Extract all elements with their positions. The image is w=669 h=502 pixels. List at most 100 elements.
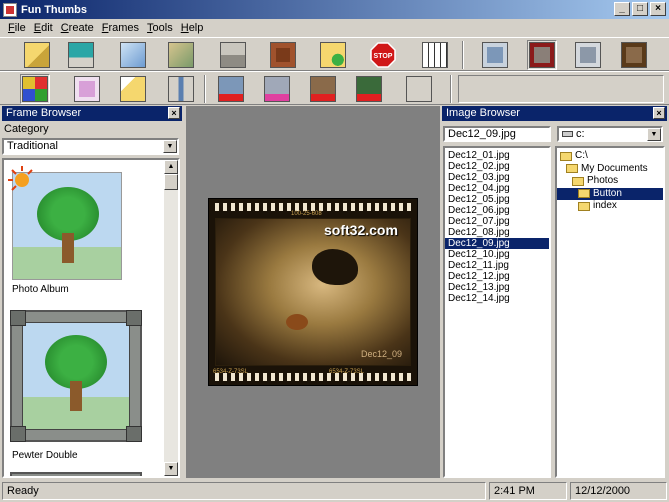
toolbar-status-box [458, 75, 664, 103]
file-list-item[interactable]: Dec12_05.jpg [445, 194, 549, 205]
frame-red-pin-button[interactable] [216, 74, 246, 104]
file-list-item[interactable]: Dec12_13.jpg [445, 282, 549, 293]
image-browser-title: Image Browser [446, 107, 520, 119]
menu-tools[interactable]: Tools [143, 22, 177, 34]
picture-export-button[interactable] [268, 40, 298, 70]
frame-pink-pin2-icon [356, 76, 382, 102]
pewter-double-thumbnail [10, 310, 142, 442]
image-browser-close-button[interactable]: × [653, 107, 665, 119]
frame-style-gray-button[interactable] [573, 40, 603, 70]
menu-bar: File Edit Create Frames Tools Help [0, 19, 669, 37]
file-list-item[interactable]: Dec12_02.jpg [445, 161, 549, 172]
folder-tree-item[interactable]: Button [557, 187, 663, 200]
copy-frame-button[interactable] [166, 40, 196, 70]
file-list-item[interactable]: Dec12_10.jpg [445, 249, 549, 260]
frame-brown-pin-button[interactable] [308, 74, 338, 104]
frame-name: Pewter Double [12, 450, 78, 461]
frame-style-blue-icon [482, 42, 508, 68]
folder-icon [578, 189, 590, 199]
scroll-down-button[interactable]: ▼ [164, 462, 178, 476]
stop-label: STOP [374, 53, 393, 60]
chevron-down-icon[interactable]: ▼ [647, 128, 661, 141]
close-button[interactable]: × [650, 2, 666, 16]
frame-pink-pin-icon [264, 76, 290, 102]
category-select[interactable]: Traditional ▼ [2, 138, 179, 155]
menu-help[interactable]: Help [177, 22, 208, 34]
new-folder-button[interactable] [118, 74, 148, 104]
menu-edit[interactable]: Edit [30, 22, 57, 34]
folder-add-icon [320, 42, 346, 68]
stop-button[interactable]: STOP [368, 40, 398, 70]
grid-view-button[interactable] [20, 74, 50, 104]
menu-create[interactable]: Create [57, 22, 98, 34]
frame-list-scrollbar[interactable]: ▲ ▼ [164, 160, 178, 476]
chevron-down-icon[interactable]: ▼ [163, 140, 177, 153]
film-code-bottom-right: 6534-Z-73SL [329, 369, 365, 375]
frame-style-brown-button[interactable] [619, 40, 649, 70]
folder-tree-item[interactable]: Photos [557, 175, 663, 188]
frame-pink-pin-button[interactable] [262, 74, 292, 104]
frame-browser-close-button[interactable]: × [168, 107, 180, 119]
file-list-item[interactable]: Dec12_03.jpg [445, 172, 549, 183]
frame-style-brown-icon [621, 42, 647, 68]
frame-item-photo-album[interactable]: Photo Album [8, 166, 128, 296]
folder-label: C:\ [575, 150, 588, 162]
folder-icon [566, 164, 578, 174]
frame-toolbar [0, 71, 669, 105]
maximize-button[interactable]: □ [632, 2, 648, 16]
file-list-item[interactable]: Dec12_08.jpg [445, 227, 549, 238]
file-list-item[interactable]: Dec12_09.jpg [445, 238, 549, 249]
crop-button[interactable] [166, 74, 196, 104]
open-button[interactable] [22, 40, 52, 70]
file-list-item[interactable]: Dec12_07.jpg [445, 216, 549, 227]
file-list[interactable]: Dec12_01.jpg Dec12_02.jpg Dec12_03.jpg Dec1… [443, 146, 551, 478]
print-button[interactable] [218, 40, 248, 70]
status-text: Ready [2, 482, 486, 500]
filename-field[interactable]: Dec12_09.jpg [443, 126, 551, 142]
folder-tree[interactable]: C:\ My Documents Photos Button index [555, 146, 665, 478]
frame-green-pin-button[interactable] [404, 74, 434, 104]
grid-thumbs-button[interactable] [420, 40, 450, 70]
folder-tree-item[interactable]: index [557, 200, 663, 213]
drive-select[interactable]: c: ▼ [557, 126, 663, 142]
file-list-item[interactable]: Dec12_12.jpg [445, 271, 549, 282]
scroll-up-button[interactable]: ▲ [164, 160, 178, 174]
folder-tree-item[interactable]: C:\ [557, 150, 663, 163]
menu-frames[interactable]: Frames [98, 22, 143, 34]
save-disk-icon [68, 42, 94, 68]
frame-name: Photo Album [12, 284, 69, 295]
date-stamp: Dec12_09 [360, 349, 402, 359]
frame-list[interactable]: Photo Album Pewter Double ▲ ▼ [2, 158, 180, 478]
folder-label: index [593, 200, 617, 212]
preview-workspace: 100-25-608 Dec12_09 6534-Z-73SL 6534-Z-7… [186, 106, 440, 478]
minimize-button[interactable]: _ [614, 2, 630, 16]
single-page-button[interactable] [72, 74, 102, 104]
frame-item-pewter-double[interactable]: Pewter Double [8, 308, 143, 468]
menu-file[interactable]: File [4, 22, 30, 34]
scroll-thumb[interactable] [164, 174, 178, 190]
file-list-item[interactable]: Dec12_14.jpg [445, 293, 549, 304]
grid-view-icon [22, 76, 48, 102]
title-bar: Fun Thumbs _ □ × [0, 0, 669, 19]
frame-style-blue-button[interactable] [480, 40, 510, 70]
folder-label: Photos [587, 175, 619, 187]
status-time: 2:41 PM [489, 482, 567, 500]
frame-style-red-button[interactable] [527, 40, 557, 70]
image-browser-header: Image Browser × [442, 106, 667, 121]
frame-browser-panel: Frame Browser × Category Traditional ▼ P… [2, 106, 182, 478]
file-list-item[interactable]: Dec12_06.jpg [445, 205, 549, 216]
file-list-item[interactable]: Dec12_11.jpg [445, 260, 549, 271]
folder-tree-item[interactable]: My Documents [557, 163, 663, 176]
save-button[interactable] [66, 40, 96, 70]
frame-pink-pin2-button[interactable] [354, 74, 384, 104]
file-list-item[interactable]: Dec12_04.jpg [445, 183, 549, 194]
folder-add-button[interactable] [318, 40, 348, 70]
sun-icon [8, 166, 33, 191]
image-icon [120, 42, 146, 68]
frame-green-pin-icon [406, 76, 432, 102]
frame-brown-pin-icon [310, 76, 336, 102]
file-list-item[interactable]: Dec12_01.jpg [445, 150, 549, 161]
film-code-bottom-left: 6534-Z-73SL [213, 369, 249, 375]
open-folder-icon [24, 42, 50, 68]
image-button[interactable] [118, 40, 148, 70]
